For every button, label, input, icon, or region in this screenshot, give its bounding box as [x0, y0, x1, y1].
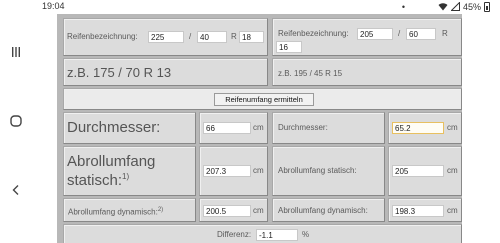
right-dynamic-unit: cm [447, 206, 458, 215]
dynamic-label-box: Abrollumfang dynamisch:2) [63, 198, 196, 222]
left-dynamic-value[interactable]: 200.5 [203, 205, 251, 217]
battery-percent: 45% [462, 2, 481, 12]
notification-dot: • [401, 2, 405, 12]
right-static-box: 205 cm [388, 146, 462, 196]
left-dynamic-box: 200.5 cm [199, 198, 268, 222]
left-sep-slash: / [189, 32, 192, 41]
right-ratio-input[interactable]: 60 [406, 28, 436, 40]
right-dynamic-label: Abrollumfang dynamisch: [278, 206, 368, 215]
difference-label: Differenz: [217, 230, 252, 239]
dynamic-label: Abrollumfang dynamisch:2) [68, 207, 164, 217]
signal-icon [450, 0, 460, 13]
left-example-text: z.B. 175 / 70 R 13 [67, 65, 172, 80]
left-dynamic-unit: cm [253, 206, 264, 215]
left-ratio-input[interactable]: 40 [197, 31, 227, 43]
left-static-box: 207.3 cm [199, 146, 268, 196]
right-static-unit: cm [447, 166, 458, 175]
left-tire-designation: Reifenbezeichnung: 225 / 40 R 18 [63, 18, 268, 56]
navigation-bar [0, 14, 32, 243]
dynamic-footnote: 2) [157, 207, 164, 213]
battery-icon [484, 2, 490, 12]
difference-unit: % [302, 230, 310, 239]
right-sep-slash: / [398, 29, 401, 38]
wifi-icon [438, 2, 448, 13]
diameter-label-box: Durchmesser: [63, 112, 196, 144]
right-static-label: Abrollumfang statisch: [278, 166, 357, 175]
right-static-label-box: Abrollumfang statisch: [272, 146, 385, 196]
right-diameter-value[interactable]: 65.2 [392, 122, 444, 134]
home-icon[interactable] [6, 111, 26, 131]
right-diameter-label: Durchmesser: [278, 123, 328, 132]
left-example-box: z.B. 175 / 70 R 13 [63, 58, 268, 86]
tire-calculator: Reifenbezeichnung: 225 / 40 R 18 Reifenb… [57, 14, 462, 243]
left-static-value[interactable]: 207.3 [203, 165, 251, 177]
right-example-text: z.B. 195 / 45 R 15 [278, 69, 343, 78]
right-diameter-unit: cm [447, 123, 458, 132]
static-label-box: Abrollumfang statisch:1) [63, 146, 196, 196]
left-rim-input[interactable]: 18 [239, 31, 264, 43]
recents-icon[interactable] [6, 42, 26, 62]
right-dynamic-box: 198.3 cm [388, 198, 462, 222]
right-tire-label: Reifenbezeichnung: [278, 29, 349, 38]
calculate-row: Reifenumfang ermitteln [63, 88, 462, 110]
right-diameter-label-box: Durchmesser: [272, 112, 385, 144]
diameter-label-large: Durchmesser: [67, 119, 161, 136]
right-tire-designation: Reifenbezeichnung: 205 / 60 R 16 [272, 18, 462, 56]
left-tire-label: Reifenbezeichnung: [67, 32, 138, 41]
right-diameter-box: 65.2 cm [388, 112, 462, 144]
left-diameter-box: 66 cm [199, 112, 268, 144]
difference-row: Differenz: -1.1 % [63, 224, 462, 243]
back-icon[interactable] [6, 180, 26, 200]
right-example-box: z.B. 195 / 45 R 15 [272, 58, 462, 86]
right-dynamic-label-box: Abrollumfang dynamisch: [272, 198, 385, 222]
left-diameter-value[interactable]: 66 [203, 122, 251, 134]
right-width-input[interactable]: 205 [357, 28, 393, 40]
left-sep-r: R [231, 32, 237, 41]
difference-value[interactable]: -1.1 [256, 229, 298, 241]
left-width-input[interactable]: 225 [148, 31, 184, 43]
calculate-button[interactable]: Reifenumfang ermitteln [214, 93, 314, 106]
status-bar: 19:04 • 45% [0, 0, 500, 14]
right-static-value[interactable]: 205 [392, 165, 444, 177]
right-sep-r: R [442, 29, 448, 38]
static-footnote: 1) [122, 172, 130, 181]
static-label-line2: statisch:1) [67, 172, 130, 189]
right-dynamic-value[interactable]: 198.3 [392, 205, 444, 217]
status-icons: • 45% [401, 0, 490, 13]
static-label-line1: Abrollumfang [67, 153, 156, 170]
left-static-unit: cm [253, 166, 264, 175]
right-rim-input[interactable]: 16 [276, 41, 302, 53]
status-time: 19:04 [42, 1, 65, 11]
left-diameter-unit: cm [253, 123, 264, 132]
